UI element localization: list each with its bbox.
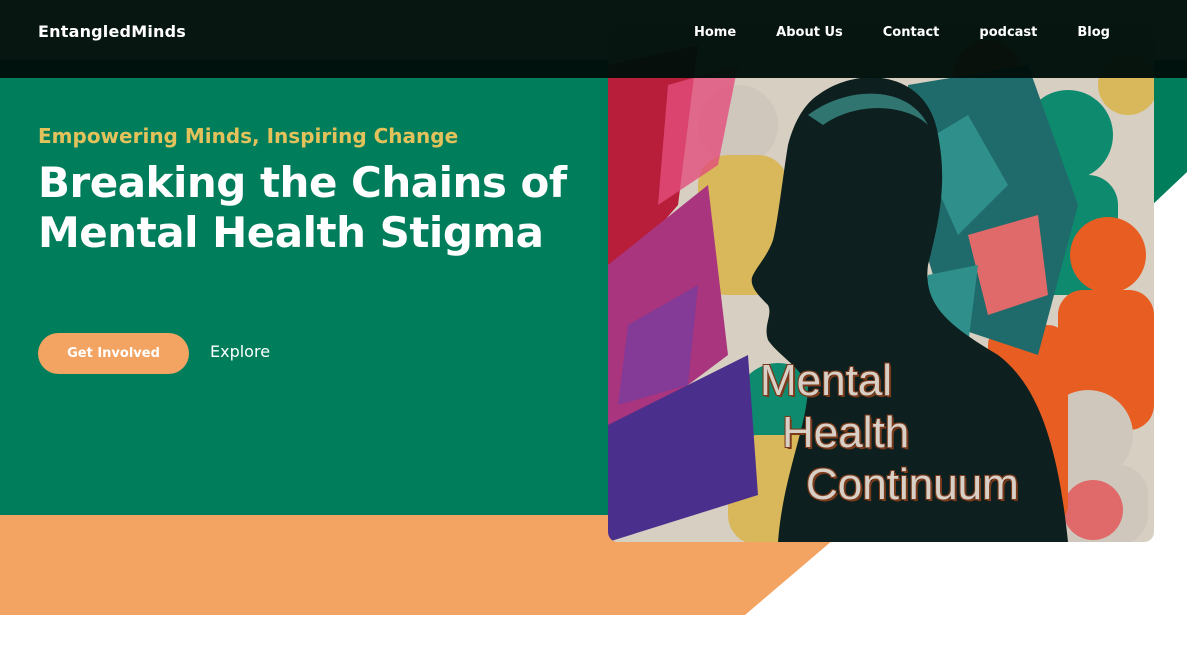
brand-logo[interactable]: EntangledMinds — [38, 22, 186, 41]
hero-tagline: Empowering Minds, Inspiring Change — [38, 124, 459, 148]
hero-image — [608, 25, 1154, 542]
nav-item-contact[interactable]: Contact — [883, 25, 940, 40]
nav-item-blog[interactable]: Blog — [1077, 25, 1110, 40]
page: EntangledMinds Home About Us Contact pod… — [0, 0, 1187, 669]
main-nav: Home About Us Contact podcast Blog — [654, 25, 1110, 40]
get-involved-button[interactable]: Get Involved — [38, 333, 189, 374]
explore-link[interactable]: Explore — [210, 342, 270, 361]
mental-health-illustration — [608, 25, 1154, 542]
nav-item-home[interactable]: Home — [694, 25, 736, 40]
site-header: EntangledMinds Home About Us Contact pod… — [0, 0, 1187, 78]
hero-title: Breaking the Chains of Mental Health Sti… — [38, 158, 567, 257]
nav-item-podcast[interactable]: podcast — [979, 25, 1037, 40]
nav-item-about-us[interactable]: About Us — [776, 25, 843, 40]
